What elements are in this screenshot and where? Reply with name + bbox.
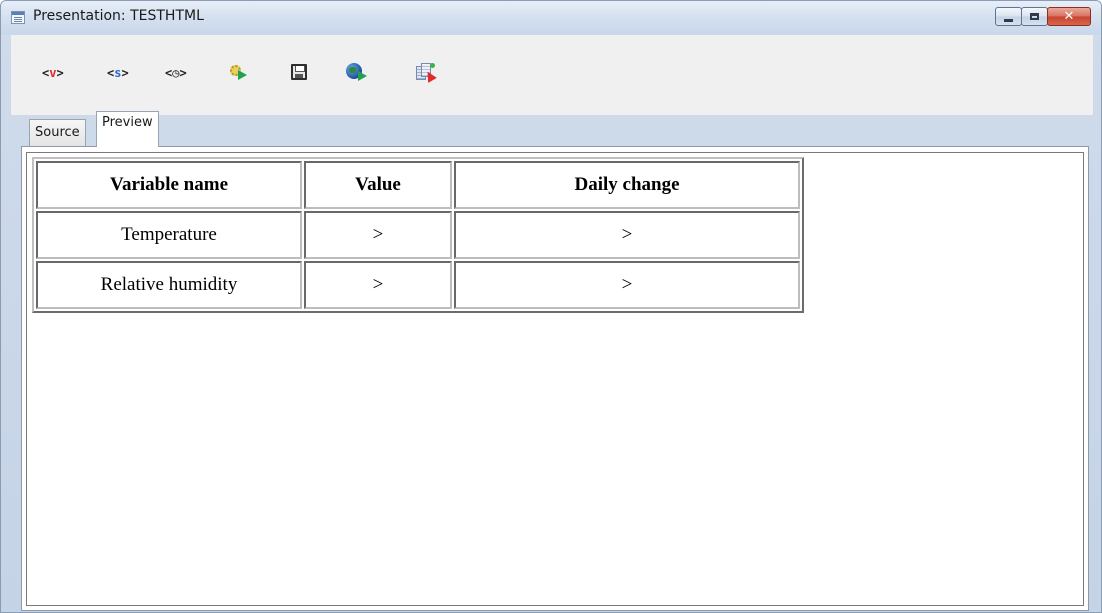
preview-browser-button[interactable] xyxy=(346,63,368,83)
insert-script-icon: <s> xyxy=(107,66,129,80)
header-variable-name: Variable name xyxy=(36,161,302,209)
preview-panel: Variable name Value Daily change Tempera… xyxy=(21,146,1089,611)
header-value: Value xyxy=(304,161,452,209)
insert-time-icon: <◷> xyxy=(165,66,187,80)
cell-daily-change: > xyxy=(454,261,800,309)
variables-table: Variable name Value Daily change Tempera… xyxy=(32,157,804,313)
title-bar[interactable]: Presentation: TESTHTML ✕ xyxy=(1,1,1101,35)
maximize-button[interactable] xyxy=(1021,7,1048,26)
close-button[interactable]: ✕ xyxy=(1047,7,1091,26)
status-dot-icon xyxy=(430,63,435,68)
insert-time-button[interactable]: <◷> xyxy=(165,63,187,83)
play-icon xyxy=(238,70,247,80)
cell-daily-change: > xyxy=(454,211,800,259)
presentation-window: Presentation: TESTHTML ✕ <v> <s> <◷> Sou… xyxy=(0,0,1102,613)
play-icon xyxy=(358,71,367,81)
close-icon: ✕ xyxy=(1063,9,1075,24)
tab-source[interactable]: Source xyxy=(29,119,86,146)
select-element-button[interactable] xyxy=(416,63,437,83)
cell-value: > xyxy=(304,261,452,309)
insert-variable-button[interactable]: <v> xyxy=(42,63,64,83)
table-row: Relative humidity > > xyxy=(36,261,800,309)
table-header-row: Variable name Value Daily change xyxy=(36,161,800,209)
minimize-button[interactable] xyxy=(995,7,1022,26)
window-controls: ✕ xyxy=(995,7,1091,28)
cell-variable-name: Relative humidity xyxy=(36,261,302,309)
maximize-icon xyxy=(1030,13,1039,20)
window-title: Presentation: TESTHTML xyxy=(33,8,204,24)
table-row: Temperature > > xyxy=(36,211,800,259)
preview-canvas: Variable name Value Daily change Tempera… xyxy=(26,152,1084,606)
insert-script-button[interactable]: <s> xyxy=(107,63,129,83)
presentation-icon xyxy=(11,11,25,24)
cell-variable-name: Temperature xyxy=(36,211,302,259)
insert-variable-icon: <v> xyxy=(42,66,64,80)
toolbar: <v> <s> <◷> xyxy=(11,35,1093,115)
minimize-icon xyxy=(1004,19,1013,22)
header-daily-change: Daily change xyxy=(454,161,800,209)
save-button[interactable] xyxy=(291,64,307,80)
tab-preview[interactable]: Preview xyxy=(96,111,159,147)
cell-value: > xyxy=(304,211,452,259)
run-button[interactable] xyxy=(230,65,248,81)
